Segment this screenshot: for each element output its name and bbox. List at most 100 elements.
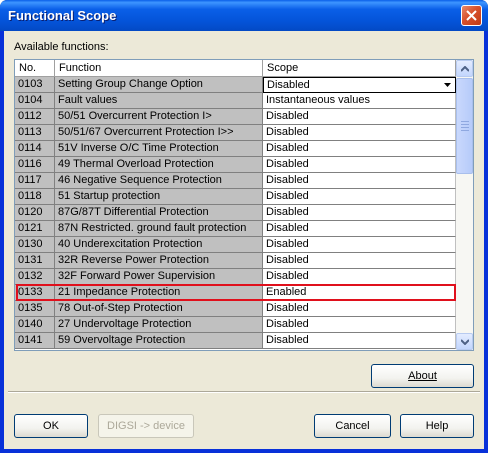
cell-function: 59 Overvoltage Protection [55,333,263,349]
table-row[interactable]: 0117 46 Negative Sequence Protection Disab… [15,173,456,189]
about-button-label: About [408,370,437,382]
cell-function: Fault values [55,93,263,109]
table-row[interactable]: 0118 51 Startup protection Disabled [15,189,456,205]
about-button[interactable]: About [371,364,474,388]
cell-scope[interactable]: Disabled [263,157,456,173]
table-row[interactable]: 0114 51V Inverse O/C Time Protection Disab… [15,141,456,157]
table-row[interactable]: 0141 59 Overvoltage Protection Disabled [15,333,456,349]
cell-function: Setting Group Change Option [55,77,263,93]
cell-scope-value: Disabled [266,158,309,170]
cell-function: 87G/87T Differential Protection [55,205,263,221]
digsi-to-device-button[interactable]: DIGSI -> device [98,414,194,438]
cell-function: 21 Impedance Protection [55,285,263,301]
cell-scope-value: Disabled [266,142,309,154]
cell-number: 0131 [15,253,55,269]
table-row[interactable]: 0103 Setting Group Change Option Disabled [15,77,456,93]
cell-scope-value: Enabled [266,286,307,298]
vertical-scrollbar[interactable] [456,60,473,350]
scroll-down-button[interactable] [456,333,473,350]
cell-scope-value: Disabled [266,206,309,218]
cell-scope[interactable]: Disabled [263,173,456,189]
cell-scope-value: Disabled [266,126,309,138]
cell-scope[interactable]: Disabled [263,269,456,285]
column-header-function[interactable]: Function [55,60,263,77]
cell-scope[interactable]: Disabled [263,205,456,221]
thumb-grip [461,130,469,131]
table-row[interactable]: 0133 21 Impedance Protection Enabled [15,285,456,301]
cell-scope-value: Disabled [266,254,309,266]
cell-scope[interactable]: Disabled [263,333,456,349]
thumb-grip [461,124,469,125]
cell-function: 49 Thermal Overload Protection [55,157,263,173]
table-row[interactable]: 0121 87N Restricted. ground fault protect… [15,221,456,237]
cell-scope-value: Disabled [267,79,310,91]
dialog-client: Available functions: No. Function Scope … [4,31,484,449]
cell-scope[interactable]: Enabled [263,285,456,301]
scroll-up-button[interactable] [456,60,473,77]
column-header-no[interactable]: No. [15,60,55,77]
ok-button-label: OK [43,420,59,432]
cell-scope[interactable]: Disabled [263,301,456,317]
table-row[interactable]: 0113 50/51/67 Overcurrent Protection I>> D… [15,125,456,141]
cell-number: 0103 [15,77,55,93]
title-bar[interactable]: Functional Scope [0,0,488,31]
cell-function: 32R Reverse Power Protection [55,253,263,269]
cell-scope[interactable]: Disabled [263,221,456,237]
cell-number: 0130 [15,237,55,253]
scroll-up-icon [461,66,469,72]
cell-function: 40 Underexcitation Protection [55,237,263,253]
cell-scope-value: Disabled [266,110,309,122]
cell-scope-value: Disabled [266,190,309,202]
scroll-thumb[interactable] [456,78,473,174]
cell-scope[interactable]: Instantaneous values [263,93,456,109]
cell-number: 0113 [15,125,55,141]
close-button[interactable] [461,5,482,26]
cell-function: 87N Restricted. ground fault protection [55,221,263,237]
cell-function: 27 Undervoltage Protection [55,317,263,333]
table-body: No. Function Scope 0103 Setting Group Cha… [15,60,456,350]
table-row[interactable]: 0140 27 Undervoltage Protection Disabled [15,317,456,333]
table-row[interactable]: 0135 78 Out-of-Step Protection Disabled [15,301,456,317]
cell-scope-value: Disabled [266,174,309,186]
cell-scope[interactable]: Disabled [263,189,456,205]
table-row[interactable]: 0120 87G/87T Differential Protection Disab… [15,205,456,221]
cell-scope[interactable]: Disabled [263,317,456,333]
table-row[interactable]: 0130 40 Underexcitation Protection Disable… [15,237,456,253]
cell-function: 50/51/67 Overcurrent Protection I>> [55,125,263,141]
table-row[interactable]: 0104 Fault values Instantaneous values [15,93,456,109]
cell-scope-value: Disabled [266,270,309,282]
separator-line [8,391,480,393]
cell-number: 0104 [15,93,55,109]
chevron-down-icon[interactable] [441,79,454,91]
cell-scope[interactable]: Disabled [263,109,456,125]
window-frame-right [484,31,488,453]
window-title: Functional Scope [8,8,117,23]
cell-scope[interactable]: Disabled [263,237,456,253]
cell-scope-value: Disabled [266,334,309,346]
cell-number: 0140 [15,317,55,333]
table-row[interactable]: 0112 50/51 Overcurrent Protection I> Disab… [15,109,456,125]
cell-scope[interactable]: Disabled [263,141,456,157]
table-row[interactable]: 0131 32R Reverse Power Protection Disabled [15,253,456,269]
cell-number: 0133 [15,285,55,301]
functions-table: No. Function Scope 0103 Setting Group Cha… [14,59,474,351]
cell-number: 0120 [15,205,55,221]
scroll-down-icon [461,339,469,345]
cell-scope-value: Instantaneous values [266,94,370,106]
cell-scope-value: Disabled [266,238,309,250]
dialog-window: Functional Scope Available functions: No… [0,0,488,453]
digsi-button-label: DIGSI -> device [107,420,185,432]
cell-number: 0118 [15,189,55,205]
cancel-button[interactable]: Cancel [314,414,391,438]
cell-scope[interactable]: Disabled [263,253,456,269]
cell-number: 0132 [15,269,55,285]
cell-scope[interactable]: Disabled [263,125,456,141]
column-header-scope[interactable]: Scope [263,60,456,77]
table-row[interactable]: 0132 32F Forward Power Supervision Disable… [15,269,456,285]
table-row[interactable]: 0116 49 Thermal Overload Protection Disabl… [15,157,456,173]
cell-number: 0121 [15,221,55,237]
ok-button[interactable]: OK [14,414,88,438]
close-icon [466,10,477,21]
help-button[interactable]: Help [400,414,474,438]
scope-dropdown[interactable]: Disabled [263,77,456,93]
